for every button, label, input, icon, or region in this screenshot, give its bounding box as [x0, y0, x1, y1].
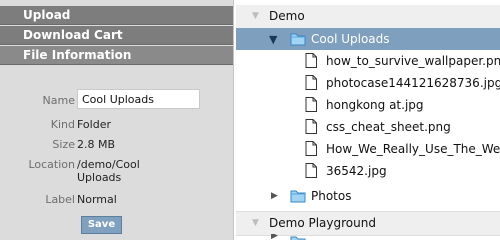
tree-file-label: css_cheat_sheet.png [326, 120, 451, 134]
location-label: Location [28, 158, 75, 171]
folder-icon [290, 190, 306, 203]
tree-file-label: 36542.jpg [326, 164, 387, 178]
tree-file-row[interactable]: photocase144121628736.jpg [236, 72, 500, 94]
file-icon [305, 53, 317, 68]
file-tree: ▼ Demo ▼ Cool Uploads how_to_survive_wal… [236, 0, 500, 240]
size-label: Size [52, 138, 75, 151]
upload-section-header[interactable]: Upload [0, 6, 233, 25]
tree-file-row[interactable]: hongkong at.jpg [236, 94, 500, 116]
tree-file-label: photocase144121628736.jpg [326, 76, 500, 90]
tree-folder-photos[interactable]: ▶ Photos [236, 185, 500, 207]
folder-icon [290, 33, 306, 46]
expand-arrow-icon[interactable]: ▼ [252, 11, 259, 21]
file-icon [305, 163, 317, 178]
location-value: /demo/Cool Uploads [77, 158, 140, 184]
tree-root-label: Demo [269, 9, 305, 23]
file-info-sidebar: Upload Download Cart File Information Na… [0, 0, 234, 240]
save-button[interactable]: Save [81, 216, 122, 234]
tree-file-row[interactable]: How_We_Really_Use_The_Web [236, 138, 500, 160]
file-icon [305, 119, 317, 134]
tree-root-demo-playground[interactable]: ▼ Demo Playground [236, 211, 500, 236]
label-value: Normal [77, 193, 117, 206]
folder-icon [290, 236, 306, 240]
collapse-arrow-icon[interactable]: ▼ [269, 33, 277, 46]
file-icon [305, 97, 317, 112]
label-label: Label [45, 193, 75, 206]
file-information-section-header[interactable]: File Information [0, 46, 233, 65]
tree-file-row[interactable]: how_to_survive_wallpaper.png [236, 50, 500, 72]
tree-folder-partial[interactable]: ▶ [236, 234, 500, 240]
tree-file-label: How_We_Really_Use_The_Web [326, 142, 500, 156]
location-line-2: Uploads [77, 171, 122, 184]
size-value: 2.8 MB [77, 138, 116, 151]
location-line-1: /demo/Cool [77, 158, 140, 171]
download-cart-section-header[interactable]: Download Cart [0, 26, 233, 45]
name-label: Name [42, 94, 75, 107]
expand-arrow-icon[interactable]: ▶ [271, 234, 278, 240]
tree-folder-label: Photos [311, 189, 352, 203]
kind-label: Kind [50, 118, 75, 131]
tree-root-label: Demo Playground [269, 216, 376, 230]
name-input[interactable] [77, 89, 200, 109]
tree-file-row[interactable]: css_cheat_sheet.png [236, 116, 500, 138]
tree-root-demo[interactable]: ▼ Demo [236, 5, 500, 29]
expand-arrow-icon[interactable]: ▼ [252, 218, 259, 228]
tree-file-label: how_to_survive_wallpaper.png [326, 54, 500, 68]
tree-file-row[interactable]: 36542.jpg [236, 160, 500, 182]
kind-value: Folder [77, 118, 111, 131]
file-icon [305, 75, 317, 90]
tree-folder-cool-uploads[interactable]: ▼ Cool Uploads [236, 28, 500, 50]
file-icon [305, 141, 317, 156]
tree-folder-label: Cool Uploads [311, 32, 390, 46]
expand-arrow-icon[interactable]: ▶ [271, 191, 278, 201]
tree-file-label: hongkong at.jpg [326, 98, 424, 112]
